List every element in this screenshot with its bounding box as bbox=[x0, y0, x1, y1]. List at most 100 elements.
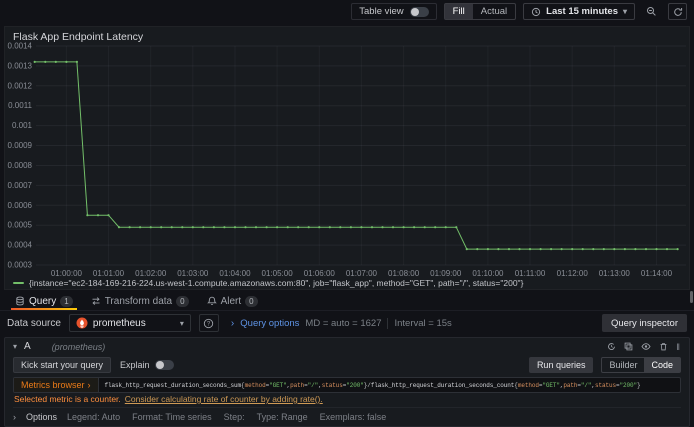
table-view-label: Table view bbox=[359, 6, 404, 17]
svg-text:01:05:00: 01:05:00 bbox=[262, 269, 294, 278]
latency-chart[interactable]: 01:00:00 01:01:00 01:02:00 01:03:00 01:04:00… bbox=[5, 27, 691, 291]
actual-button[interactable]: Actual bbox=[473, 4, 515, 19]
max-data-points-meta: MD = auto = 1627 bbox=[305, 317, 382, 329]
chevron-down-icon: ▾ bbox=[622, 7, 627, 16]
builder-code-group: Builder Code bbox=[601, 357, 681, 373]
explain-label: Explain bbox=[120, 360, 150, 370]
tab-alert-label: Alert bbox=[220, 295, 242, 307]
tab-query-count: 1 bbox=[60, 295, 73, 307]
fill-button[interactable]: Fill bbox=[444, 4, 473, 19]
svg-text:01:13:00: 01:13:00 bbox=[599, 269, 631, 278]
tab-transform-data[interactable]: Transform data 0 bbox=[82, 292, 198, 310]
svg-text:01:03:00: 01:03:00 bbox=[177, 269, 209, 278]
refresh-icon bbox=[673, 7, 683, 17]
tab-alert-count: 0 bbox=[245, 295, 258, 307]
explain-group: Explain bbox=[120, 360, 174, 370]
warning-text: Selected metric is a counter. bbox=[14, 394, 121, 404]
timeseries-panel: Flask App Endpoint Latency 01:00:00 01:01… bbox=[4, 26, 690, 290]
code-button[interactable]: Code bbox=[644, 358, 680, 372]
datasource-picker[interactable]: prometheus ▾ bbox=[68, 314, 191, 332]
query-inspector-button[interactable]: Query inspector bbox=[601, 314, 687, 332]
scrollbar-thumb[interactable] bbox=[690, 291, 693, 303]
svg-text:0.001: 0.001 bbox=[12, 121, 33, 130]
svg-text:01:06:00: 01:06:00 bbox=[304, 269, 336, 278]
svg-text:0.0008: 0.0008 bbox=[8, 161, 33, 170]
svg-text:01:07:00: 01:07:00 bbox=[346, 269, 378, 278]
interval-meta: Interval = 15s bbox=[394, 317, 452, 329]
copy-icon[interactable] bbox=[624, 342, 633, 351]
trash-icon[interactable] bbox=[659, 342, 668, 351]
run-queries-button[interactable]: Run queries bbox=[528, 357, 594, 373]
tab-alert[interactable]: Alert 0 bbox=[198, 292, 267, 310]
svg-text:01:00:00: 01:00:00 bbox=[51, 269, 83, 278]
svg-text:01:08:00: 01:08:00 bbox=[388, 269, 420, 278]
svg-text:01:02:00: 01:02:00 bbox=[135, 269, 167, 278]
clock-icon bbox=[531, 7, 541, 17]
kick-start-query-button[interactable]: Kick start your query bbox=[13, 357, 112, 373]
table-view-toggle[interactable] bbox=[409, 6, 429, 17]
transform-icon bbox=[91, 296, 101, 306]
datasource-label: Data source bbox=[7, 317, 61, 329]
bell-icon bbox=[206, 296, 217, 306]
builder-button[interactable]: Builder bbox=[602, 358, 644, 372]
explain-toggle[interactable] bbox=[154, 360, 174, 370]
chevron-down-icon: ▾ bbox=[179, 318, 184, 328]
svg-text:0.0012: 0.0012 bbox=[8, 81, 33, 90]
svg-text:0.0005: 0.0005 bbox=[8, 221, 33, 230]
editor-tabs: Query 1 Transform data 0 Alert 0 bbox=[0, 292, 694, 311]
svg-text:01:10:00: 01:10:00 bbox=[472, 269, 504, 278]
angle-right-icon: › bbox=[230, 317, 235, 329]
svg-text:0.0006: 0.0006 bbox=[8, 201, 33, 210]
svg-text:0.0014: 0.0014 bbox=[8, 42, 33, 51]
query-ref-id: A bbox=[24, 341, 31, 352]
options-label[interactable]: Options bbox=[26, 412, 57, 422]
query-options-label: Query options bbox=[240, 317, 300, 329]
svg-text:01:01:00: 01:01:00 bbox=[93, 269, 125, 278]
svg-text:0.0013: 0.0013 bbox=[8, 61, 33, 70]
question-circle-icon: ? bbox=[203, 318, 214, 329]
zoom-out-icon bbox=[646, 6, 657, 17]
tab-query[interactable]: Query 1 bbox=[6, 292, 82, 310]
query-toolbar-right: Run queries Builder Code bbox=[528, 357, 681, 373]
chart-legend[interactable]: {instance="ec2-184-169-216-224.us-west-1… bbox=[13, 278, 523, 288]
zoom-out-button[interactable] bbox=[642, 3, 661, 20]
legend-series-swatch bbox=[13, 282, 24, 284]
datasource-help-button[interactable]: ? bbox=[198, 314, 219, 332]
query-options-footer: › Options Legend: Auto Format: Time serie… bbox=[13, 407, 681, 422]
warning-rate-link[interactable]: Consider calculating rate of counter by … bbox=[125, 394, 323, 404]
table-view-group: Table view bbox=[351, 3, 437, 20]
drag-handle[interactable]: ‖ bbox=[676, 342, 681, 352]
promql-editor: Metrics browser › flask_http_request_dur… bbox=[13, 377, 681, 393]
prometheus-icon bbox=[76, 317, 88, 329]
svg-text:0.0003: 0.0003 bbox=[8, 261, 33, 270]
tab-transform-count: 0 bbox=[176, 295, 189, 307]
query-row-header[interactable]: ▾ A (prometheus) ‖ bbox=[5, 338, 689, 355]
datasource-name: prometheus bbox=[92, 317, 146, 329]
metrics-browser-button[interactable]: Metrics browser › bbox=[14, 378, 99, 392]
eye-icon[interactable] bbox=[641, 342, 651, 351]
svg-text:01:14:00: 01:14:00 bbox=[641, 269, 673, 278]
angle-right-icon: › bbox=[87, 380, 91, 390]
database-icon bbox=[15, 296, 25, 306]
refresh-button[interactable] bbox=[668, 3, 687, 20]
time-range-picker[interactable]: Last 15 minutes ▾ bbox=[523, 3, 635, 20]
svg-text:0.0011: 0.0011 bbox=[8, 101, 32, 110]
svg-text:01:12:00: 01:12:00 bbox=[557, 269, 589, 278]
svg-text:0.0007: 0.0007 bbox=[8, 181, 33, 190]
fill-actual-group: Fill Actual bbox=[443, 3, 517, 20]
svg-text:01:11:00: 01:11:00 bbox=[515, 269, 546, 278]
history-icon[interactable] bbox=[607, 342, 616, 351]
panel-editor-toolbar: Table view Fill Actual Last 15 minutes ▾ bbox=[0, 0, 694, 23]
chevron-down-icon[interactable]: ▾ bbox=[13, 342, 17, 351]
svg-text:0.0009: 0.0009 bbox=[8, 141, 33, 150]
meta-divider bbox=[387, 317, 389, 329]
metrics-browser-label: Metrics browser bbox=[21, 380, 85, 390]
query-options-summary: Legend: Auto Format: Time series Step: Type… bbox=[67, 412, 387, 422]
query-editor-card: ▾ A (prometheus) ‖ Kick start your query… bbox=[4, 337, 690, 427]
angle-right-icon[interactable]: › bbox=[13, 412, 16, 422]
counter-warning: Selected metric is a counter. Consider ca… bbox=[14, 394, 680, 404]
promql-query[interactable]: flask_http_request_duration_seconds_sum{… bbox=[99, 378, 680, 392]
query-row-actions: ‖ bbox=[607, 342, 681, 352]
query-options-toggle[interactable]: › Query options MD = auto = 1627 Interva… bbox=[230, 317, 452, 329]
query-toolbar: Kick start your query Explain Run querie… bbox=[5, 355, 689, 376]
